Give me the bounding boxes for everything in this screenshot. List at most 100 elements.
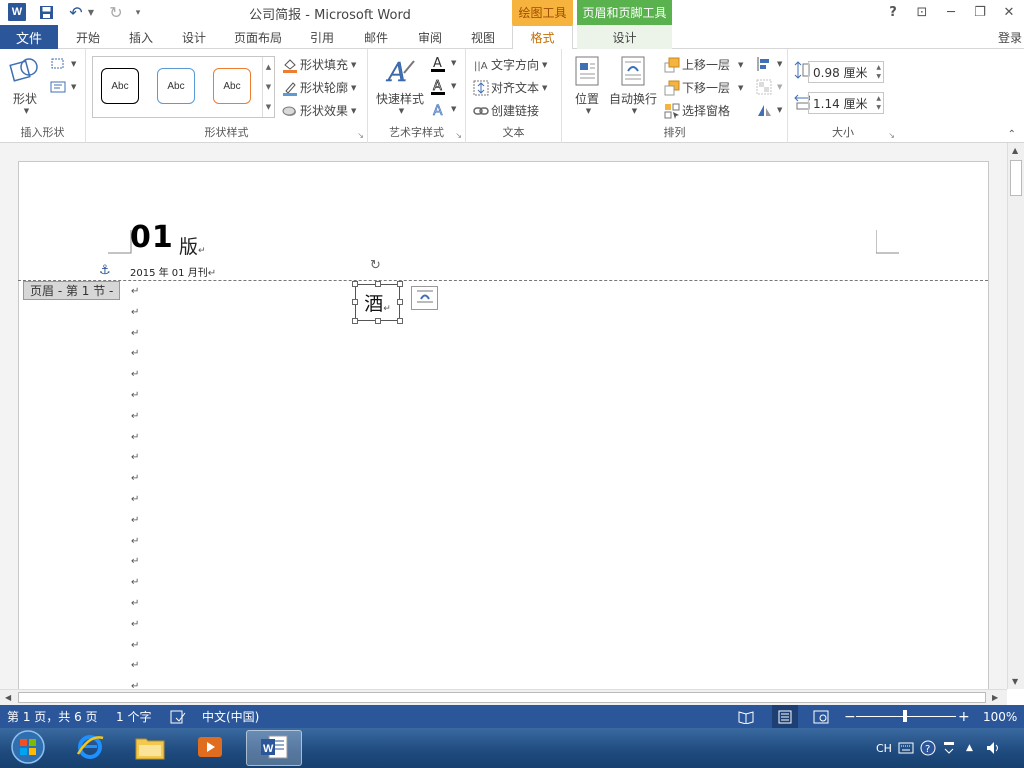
word-app-icon[interactable]: W: [8, 3, 26, 21]
tab-review[interactable]: 审阅: [408, 25, 452, 49]
empty-paragraph[interactable]: ↵: [131, 681, 139, 689]
empty-paragraph[interactable]: ↵: [131, 307, 139, 318]
resize-handle[interactable]: [375, 318, 381, 324]
resize-handle[interactable]: [352, 318, 358, 324]
selection-pane-button[interactable]: 选择窗格: [664, 102, 730, 119]
shape-height-input[interactable]: 0.98 厘米 ▲ ▼: [808, 61, 884, 83]
vertical-scrollbar[interactable]: ▲ ▼: [1007, 143, 1024, 689]
shape-style-orange[interactable]: Abc: [213, 68, 251, 104]
position-button[interactable]: 位置 ▼: [570, 55, 604, 115]
word-count-status[interactable]: 1 个字: [116, 705, 151, 728]
layout-options-button[interactable]: [411, 286, 438, 310]
undo-dropdown-icon[interactable]: ▼: [86, 3, 96, 22]
shape-fill-button[interactable]: 形状填充 ▼: [282, 56, 356, 73]
scroll-up-icon[interactable]: ▲: [1012, 146, 1018, 155]
bring-forward-button[interactable]: 上移一层 ▼: [664, 56, 743, 73]
gallery-down-icon[interactable]: ▼: [266, 83, 271, 91]
zoom-slider[interactable]: [856, 705, 956, 728]
shape-outline-button[interactable]: 形状轮廓 ▼: [282, 79, 356, 96]
maximize-button[interactable]: ❐: [969, 2, 991, 22]
tab-mailings[interactable]: 邮件: [354, 25, 398, 49]
empty-paragraph[interactable]: ↵: [131, 619, 139, 630]
save-icon[interactable]: [38, 3, 54, 22]
send-backward-button[interactable]: 下移一层 ▼: [664, 79, 743, 96]
shapes-button[interactable]: 形状 ▼: [6, 55, 44, 115]
horizontal-scroll-thumb[interactable]: [18, 692, 986, 703]
horizontal-scrollbar[interactable]: ◀ ▶: [0, 689, 1007, 705]
text-outline-button[interactable]: A ▼: [430, 78, 456, 95]
keyboard-icon[interactable]: [898, 728, 914, 768]
align-text-button[interactable]: 对齐文本 ▼: [473, 79, 547, 96]
ribbon-display-options-button[interactable]: ⊡: [911, 2, 933, 22]
resize-handle[interactable]: [352, 299, 358, 305]
show-hidden-icons[interactable]: ▲: [966, 728, 973, 768]
tab-insert[interactable]: 插入: [119, 25, 163, 49]
size-launcher-icon[interactable]: ↘: [888, 131, 895, 140]
empty-paragraph[interactable]: ↵: [131, 494, 139, 505]
empty-paragraph[interactable]: ↵: [131, 640, 139, 651]
page-count-status[interactable]: 第 1 页，共 6 页: [7, 705, 98, 728]
sign-in-link[interactable]: 登录: [998, 25, 1022, 49]
taskbar-media-player[interactable]: [182, 730, 238, 766]
empty-paragraph[interactable]: ↵: [131, 452, 139, 463]
zoom-level[interactable]: 100%: [983, 705, 1017, 728]
language-status[interactable]: 中文(中国): [202, 705, 259, 728]
zoom-out-icon[interactable]: −: [844, 705, 856, 728]
text-effects-button[interactable]: A ▼: [430, 101, 457, 117]
gallery-up-icon[interactable]: ▲: [266, 63, 271, 71]
start-button[interactable]: [0, 729, 56, 766]
text-direction-button[interactable]: ||A 文字方向 ▼: [473, 56, 547, 73]
gallery-scroll[interactable]: ▲ ▼ ▼: [262, 57, 274, 117]
minimize-button[interactable]: ─: [940, 2, 962, 22]
empty-paragraph[interactable]: ↵: [131, 515, 139, 526]
taskbar-word[interactable]: W: [246, 730, 302, 766]
wrap-text-button[interactable]: 自动换行 ▼: [608, 55, 658, 115]
resize-handle[interactable]: [397, 281, 403, 287]
anchor-icon[interactable]: ⚓: [99, 263, 111, 278]
align-objects-button[interactable]: ▼: [756, 56, 782, 72]
edition-char[interactable]: 版↵: [179, 232, 206, 259]
width-spinner-icon[interactable]: ▲ ▼: [876, 94, 881, 112]
empty-paragraph[interactable]: ↵: [131, 556, 139, 567]
tab-references[interactable]: 引用: [300, 25, 344, 49]
tab-home[interactable]: 开始: [66, 25, 110, 49]
help-button[interactable]: ?: [882, 2, 904, 22]
edit-shape-button[interactable]: ▼: [50, 56, 76, 72]
tab-view[interactable]: 视图: [461, 25, 505, 49]
empty-paragraph[interactable]: ↵: [131, 598, 139, 609]
zoom-in-icon[interactable]: +: [958, 705, 970, 728]
empty-paragraph[interactable]: ↵: [131, 328, 139, 339]
rotate-objects-button[interactable]: ▼: [756, 102, 782, 118]
resize-handle[interactable]: [352, 281, 358, 287]
create-link-button[interactable]: 创建链接: [473, 102, 539, 119]
shape-style-blue[interactable]: Abc: [157, 68, 195, 104]
resize-handle[interactable]: [375, 281, 381, 287]
date-line[interactable]: 2015 年 01 月刊↵: [130, 264, 216, 279]
taskbar-file-explorer[interactable]: [122, 730, 178, 766]
empty-paragraph[interactable]: ↵: [131, 660, 139, 671]
read-mode-icon[interactable]: [738, 705, 754, 728]
group-objects-button[interactable]: ▼: [756, 79, 782, 95]
rotate-handle-icon[interactable]: ↻: [370, 258, 381, 273]
tab-header-footer-design[interactable]: 设计: [577, 25, 672, 49]
vertical-scroll-thumb[interactable]: [1010, 160, 1022, 196]
tab-design[interactable]: 设计: [172, 25, 216, 49]
empty-paragraph[interactable]: ↵: [131, 473, 139, 484]
tab-page-layout[interactable]: 页面布局: [226, 25, 290, 49]
draw-textbox-button[interactable]: ▼: [50, 79, 76, 95]
resize-handle[interactable]: [397, 299, 403, 305]
collapse-ribbon-icon[interactable]: ⌃: [1008, 129, 1016, 140]
tab-file[interactable]: 文件: [0, 25, 58, 49]
scroll-down-icon[interactable]: ▼: [1012, 677, 1018, 686]
empty-paragraph[interactable]: ↵: [131, 411, 139, 422]
proofing-icon[interactable]: [170, 705, 186, 728]
ime-help-icon[interactable]: ?: [920, 728, 936, 768]
taskbar-internet-explorer[interactable]: [62, 730, 118, 766]
text-fill-button[interactable]: A ▼: [430, 55, 456, 72]
print-layout-icon[interactable]: [772, 705, 798, 728]
wordart-launcher-icon[interactable]: ↘: [455, 131, 462, 140]
close-button[interactable]: ✕: [998, 2, 1020, 22]
undo-icon[interactable]: ↶: [66, 3, 86, 22]
shape-styles-launcher-icon[interactable]: ↘: [357, 131, 364, 140]
ime-options-icon[interactable]: [942, 728, 956, 768]
